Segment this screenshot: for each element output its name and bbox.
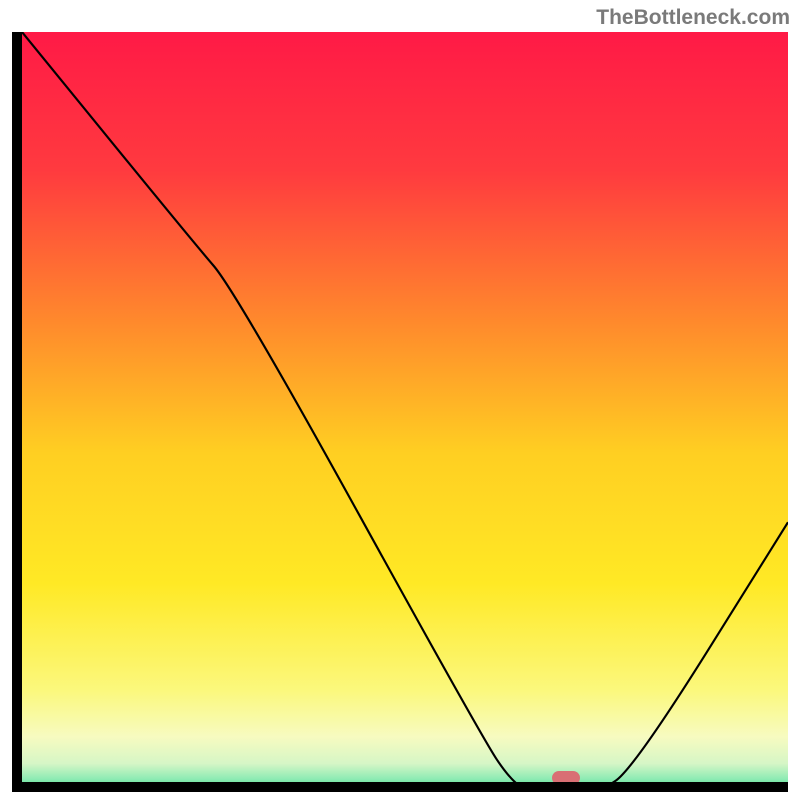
chart-frame xyxy=(12,32,788,792)
watermark-text: TheBottleneck.com xyxy=(596,6,790,30)
highlight-marker xyxy=(552,771,580,782)
chart-container: TheBottleneck.com xyxy=(0,0,800,800)
curve-overlay xyxy=(22,32,788,782)
plot-area xyxy=(22,32,788,782)
bottleneck-curve xyxy=(22,32,788,782)
